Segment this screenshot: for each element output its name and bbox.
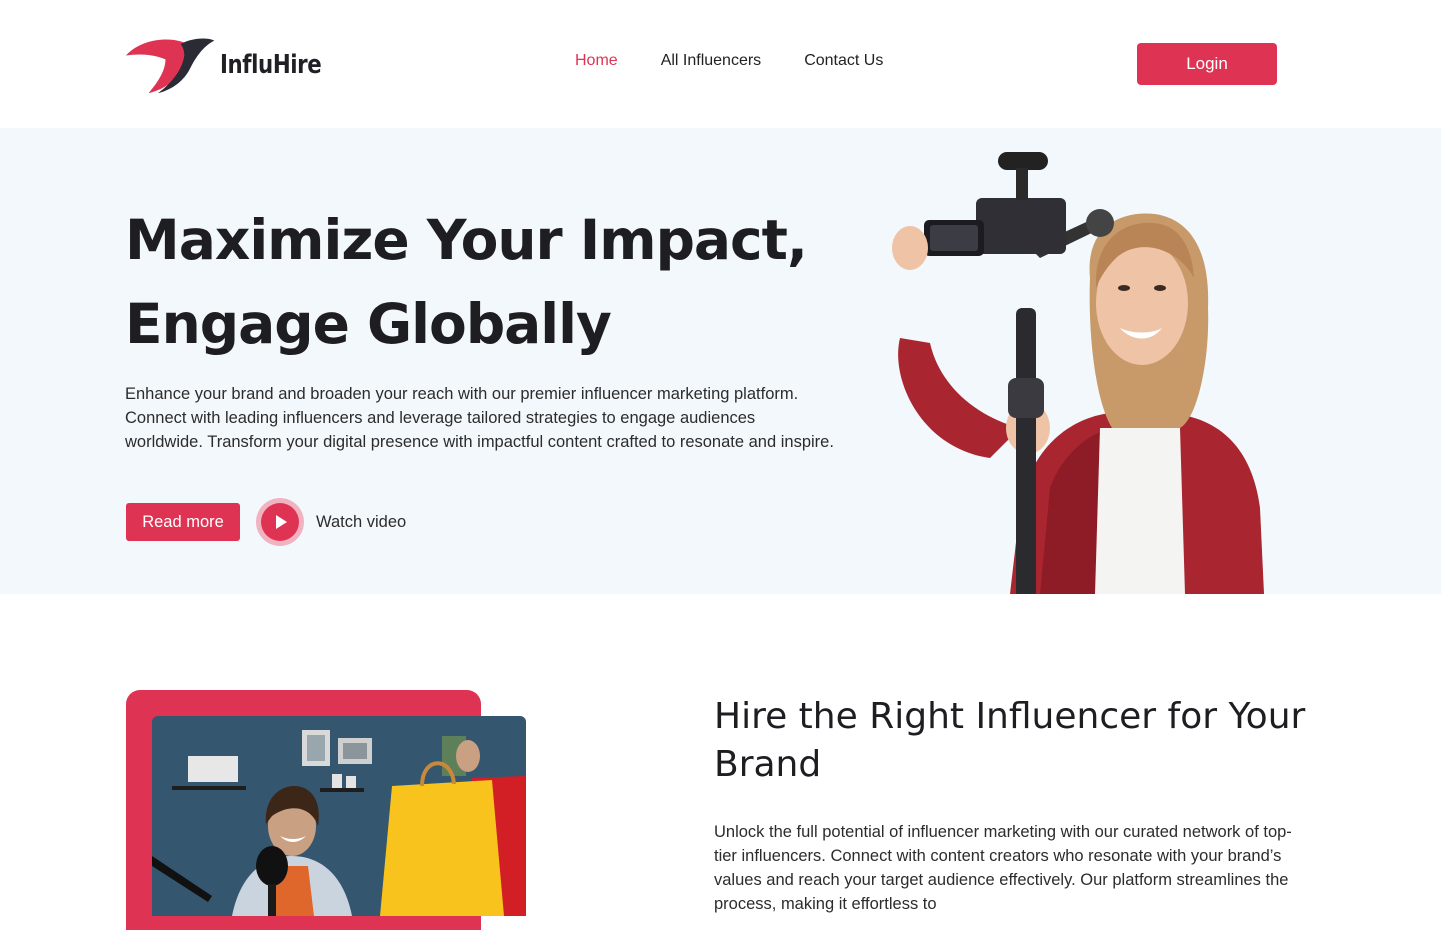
hero-description: Enhance your brand and broaden your reac… bbox=[125, 385, 834, 451]
feature-description: Unlock the full potential of influencer … bbox=[714, 823, 1292, 913]
hero-title-line2: Engage Globally bbox=[125, 292, 612, 356]
watch-video-label: Watch video bbox=[316, 512, 407, 531]
main-nav: Home All Influencers Contact Us bbox=[575, 52, 883, 70]
watch-video-button[interactable]: Watch video bbox=[256, 498, 406, 546]
read-more-button[interactable]: Read more bbox=[126, 503, 240, 541]
play-icon[interactable] bbox=[256, 498, 304, 546]
nav-home[interactable]: Home bbox=[575, 52, 618, 70]
brand-logo[interactable]: InfluHire bbox=[124, 30, 344, 100]
feature-influencer-image bbox=[152, 716, 526, 916]
brand-name: InfluHire bbox=[220, 50, 322, 80]
login-button[interactable]: Login bbox=[1137, 43, 1277, 85]
hero-influencer-image bbox=[892, 152, 1264, 594]
brand-logo-icon bbox=[125, 38, 215, 94]
nav-all-influencers[interactable]: All Influencers bbox=[661, 52, 762, 70]
hero-title: Maximize Your Impact, Engage Globally bbox=[125, 198, 845, 366]
hero-section: Maximize Your Impact, Engage Globally En… bbox=[0, 128, 1441, 594]
site-header: InfluHire Home All Influencers Contact U… bbox=[0, 0, 1441, 128]
nav-contact-us[interactable]: Contact Us bbox=[804, 52, 883, 70]
hero-title-line1: Maximize Your Impact, bbox=[125, 208, 808, 272]
feature-title: Hire the Right Influencer for Your Brand bbox=[714, 696, 1306, 785]
